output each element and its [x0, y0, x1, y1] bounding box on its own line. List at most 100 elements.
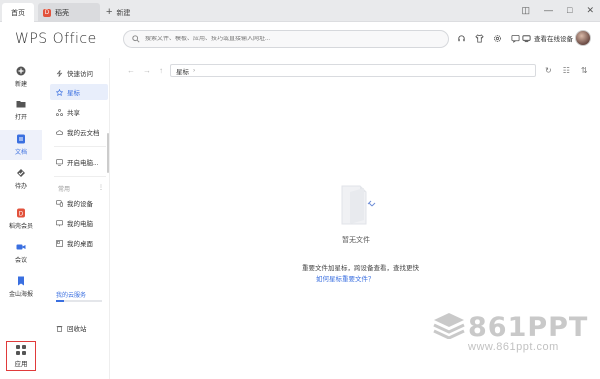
trash-icon — [56, 325, 63, 332]
sub-item-open-computer[interactable]: 开启电脑... — [50, 154, 108, 170]
sub-item-my-desktop[interactable]: 我的桌面 — [50, 235, 108, 251]
more-icon[interactable]: ⋮ — [98, 184, 104, 193]
breadcrumb[interactable]: 星标 › — [170, 64, 536, 77]
empty-folder-illustration — [341, 185, 376, 225]
sub-item-shared[interactable]: 共享 — [50, 104, 108, 120]
up-arrow-icon[interactable]: ↑ — [159, 66, 163, 75]
online-devices-button[interactable]: 查看在线设备 — [522, 33, 573, 43]
tab-bar: 首页 D 稻壳 + 新建 ◫ — □ ✕ — [0, 0, 600, 22]
sub-label-my-cloud: 我的云文档 — [67, 130, 100, 137]
watermark-logo: 861PPT — [468, 312, 589, 343]
gear-icon[interactable] — [493, 34, 502, 43]
sub-label-my-computer: 我的电脑 — [67, 221, 93, 228]
nav-item-docer-member[interactable]: D 稻壳会员 — [0, 208, 42, 230]
forward-arrow-icon[interactable]: → — [143, 66, 151, 75]
cloud-storage-fill — [56, 300, 64, 302]
window-controls: ◫ — □ ✕ — [522, 5, 595, 16]
nav-item-todo[interactable]: 待办 — [0, 168, 42, 190]
sub-item-recycle-bin[interactable]: 回收站 — [50, 320, 108, 336]
sub-label-starred: 星标 — [67, 90, 80, 97]
maximize-icon[interactable]: □ — [567, 5, 572, 16]
nav-item-poster[interactable]: 金山海报 — [0, 276, 42, 298]
subnav-scrollbar[interactable] — [107, 133, 109, 173]
refresh-icon[interactable]: ↻ — [545, 66, 552, 75]
common-section-label: 常用 — [58, 187, 71, 193]
document-icon — [17, 134, 25, 144]
nav-item-meeting[interactable]: 会议 — [0, 242, 42, 264]
new-tab-button[interactable]: + 新建 — [106, 3, 130, 22]
nav-label-meeting: 会议 — [14, 258, 27, 264]
apps-label: 应用 — [14, 360, 28, 368]
sub-label-shared: 共享 — [67, 110, 80, 117]
tab-docer[interactable]: D 稻壳 — [38, 3, 100, 22]
poster-icon — [18, 276, 24, 286]
header-icons — [457, 34, 520, 43]
breadcrumb-item[interactable]: 星标 — [176, 66, 189, 76]
meeting-icon — [16, 244, 26, 250]
left-nav: 新建 打开 文档 待办 D 稻壳会员 会议 金山海报 — [0, 58, 42, 379]
sub-label-recycle-bin: 回收站 — [67, 326, 87, 333]
sub-label-my-devices: 我的设备 — [67, 201, 93, 208]
toolbar-right: ↻ ☷ ⇅ — [545, 66, 588, 75]
nav-item-open[interactable]: 打开 — [0, 99, 42, 121]
sub-label-quick-access: 快速访问 — [67, 71, 93, 78]
docer-logo-icon: D — [43, 8, 51, 17]
tab-docer-label: 稻壳 — [55, 9, 69, 17]
sub-nav: 快速访问 星标 共享 我的云文档 开启电脑... 常用 ⋮ 我的设备 我的电脑 … — [48, 58, 110, 379]
tab-home-label: 首页 — [11, 9, 25, 17]
devices-icon — [56, 199, 63, 207]
view-mode-icon[interactable]: ☷ — [563, 66, 570, 75]
nav-label-docer-member: 稻壳会员 — [8, 224, 33, 230]
how-to-star-link[interactable]: 如何星标重要文件？ — [316, 273, 375, 283]
share-icon — [56, 108, 63, 116]
message-icon[interactable] — [511, 34, 520, 43]
main-toolbar: ← → ↑ 星标 › ↻ ☷ ⇅ — [122, 64, 600, 78]
computer-icon — [56, 158, 63, 166]
plus-icon: + — [106, 6, 113, 18]
sub-divider — [54, 176, 106, 177]
close-icon[interactable]: ✕ — [586, 5, 594, 16]
apps-grid-icon — [16, 344, 26, 355]
sub-divider — [54, 146, 106, 147]
avatar[interactable] — [575, 30, 591, 46]
headset-icon[interactable] — [457, 34, 466, 43]
empty-state-title: 暂无文件 — [342, 237, 370, 244]
sub-item-starred[interactable]: 星标 — [50, 84, 108, 100]
header: WPS Office 查看在线设备 — [0, 22, 600, 58]
sub-label-open-computer: 开启电脑... — [67, 160, 99, 167]
chevron-right-icon: › — [193, 67, 196, 74]
restore-window-icon[interactable]: ◫ — [522, 5, 531, 16]
nav-label-documents: 文档 — [14, 150, 27, 156]
apps-button[interactable]: 应用 — [6, 341, 36, 371]
nav-item-documents[interactable]: 文档 — [0, 130, 42, 160]
nav-label-new: 新建 — [14, 82, 27, 88]
search-input[interactable] — [145, 36, 435, 42]
cloud-service-link[interactable]: 我的云服务 — [56, 290, 86, 299]
tab-home[interactable]: 首页 — [2, 3, 34, 22]
search-bar[interactable] — [123, 30, 449, 48]
nav-label-open: 打开 — [14, 115, 27, 121]
brand-logo: WPS Office — [15, 31, 97, 47]
sub-item-my-devices[interactable]: 我的设备 — [50, 195, 108, 211]
empty-state-hint: 重要文件加星标，跨设备查看，查找更快 — [302, 265, 419, 272]
cloud-icon — [56, 129, 63, 135]
minimize-icon[interactable]: — — [544, 5, 553, 16]
nav-item-new[interactable]: 新建 — [0, 66, 42, 88]
sub-item-my-cloud[interactable]: 我的云文档 — [50, 124, 108, 140]
skin-shirt-icon[interactable] — [475, 34, 484, 43]
sub-item-quick-access[interactable]: 快速访问 — [50, 65, 108, 81]
back-arrow-icon[interactable]: ← — [127, 66, 135, 75]
check-icon — [17, 169, 25, 177]
sub-item-my-computer[interactable]: 我的电脑 — [50, 215, 108, 231]
plus-circle-icon — [16, 66, 26, 76]
sort-icon[interactable]: ⇅ — [581, 66, 588, 75]
search-icon — [132, 35, 140, 43]
desktop-icon — [56, 239, 63, 247]
docer-icon: D — [17, 208, 25, 218]
nav-arrows: ← → ↑ — [127, 66, 163, 75]
svg-text:D: D — [19, 212, 24, 218]
sub-label-my-desktop: 我的桌面 — [67, 241, 93, 248]
common-section-header: 常用 ⋮ — [58, 184, 104, 193]
new-tab-label: 新建 — [116, 9, 131, 17]
watermark-url: www.861ppt.com — [468, 341, 559, 353]
